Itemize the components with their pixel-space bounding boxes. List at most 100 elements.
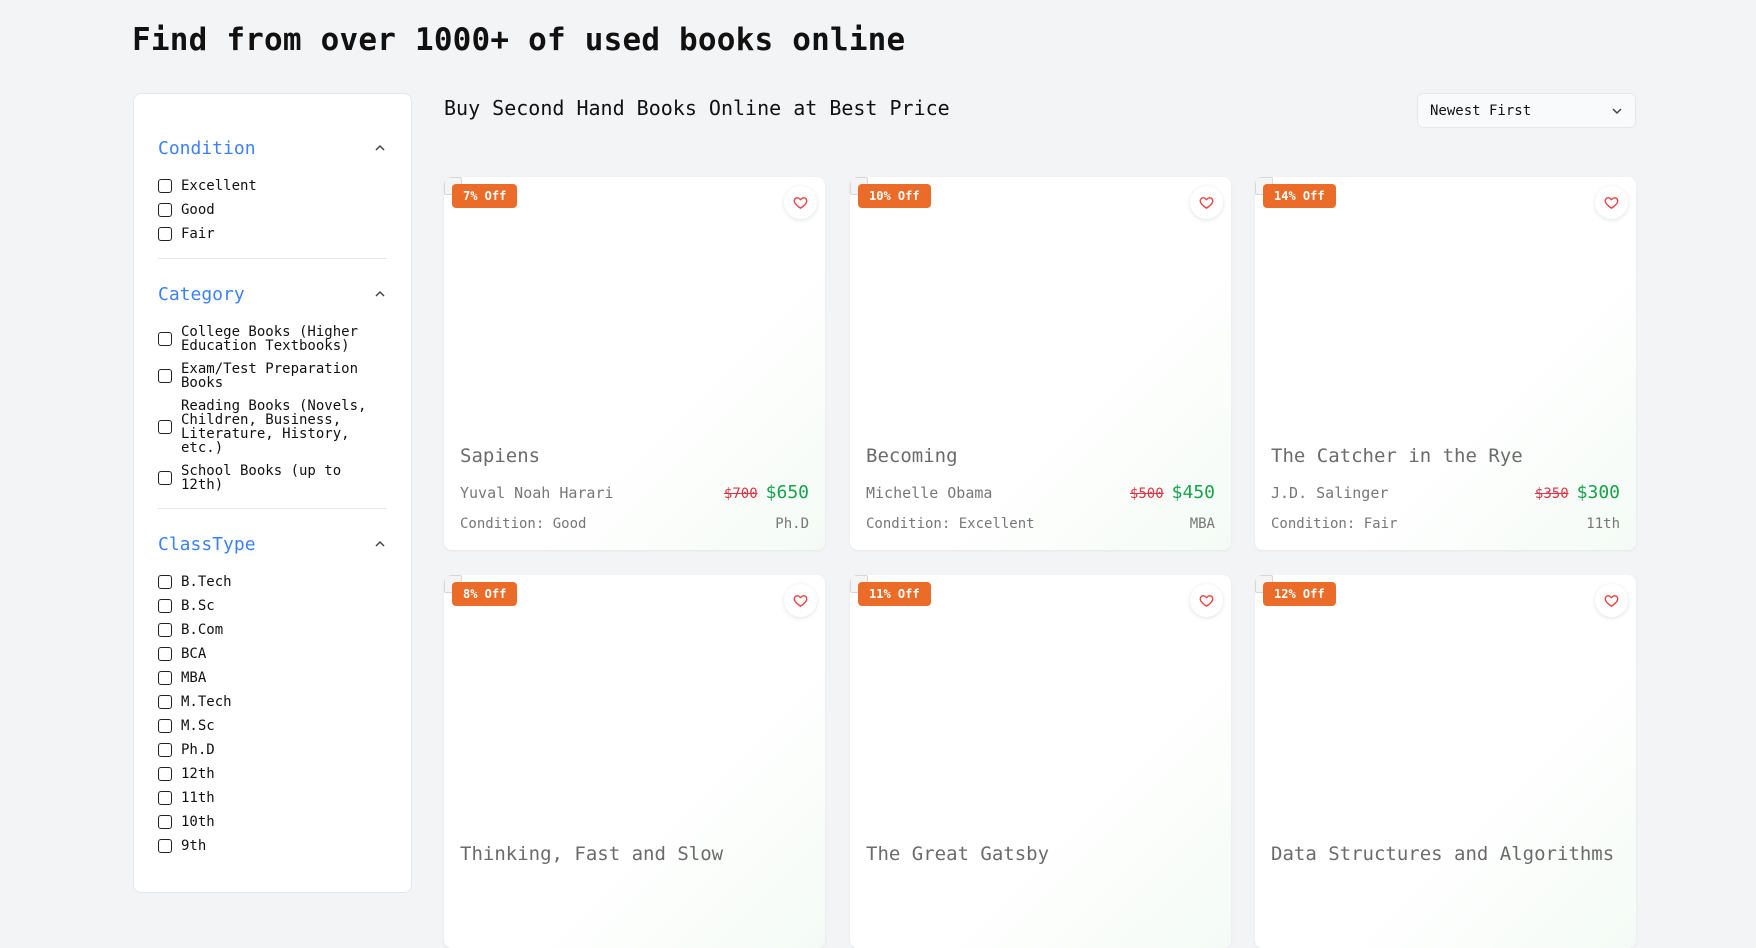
category-option[interactable]: Exam/Test Preparation Books: [158, 362, 387, 390]
wishlist-button[interactable]: [784, 584, 817, 617]
wishlist-button[interactable]: [1190, 584, 1223, 617]
classtype-option[interactable]: 10th: [158, 815, 387, 829]
page-title: Find from over 1000+ of used books onlin…: [132, 22, 906, 58]
sale-price: $450: [1171, 482, 1215, 503]
filter-category-title: Category: [158, 283, 245, 305]
heart-icon: [793, 595, 808, 607]
sort-select[interactable]: Newest First: [1417, 93, 1636, 128]
sale-price: $300: [1576, 482, 1620, 503]
wishlist-button[interactable]: [1595, 584, 1628, 617]
book-title: Becoming: [866, 445, 958, 467]
discount-badge: 7% Off: [452, 184, 518, 208]
checkbox[interactable]: [158, 623, 172, 637]
original-price: $350: [1534, 486, 1569, 502]
wishlist-button[interactable]: [1595, 186, 1628, 219]
discount-badge: 14% Off: [1263, 184, 1336, 208]
filter-category-header[interactable]: Category: [158, 279, 387, 309]
chevron-up-icon: [375, 540, 385, 547]
original-price: $500: [1129, 486, 1164, 502]
filter-condition: Condition Excellent Good Fair: [158, 94, 387, 259]
checkbox[interactable]: [158, 671, 172, 685]
checkbox[interactable]: [158, 599, 172, 613]
discount-badge: 8% Off: [452, 582, 518, 606]
checkbox[interactable]: [158, 420, 172, 434]
book-prices: $350 $300: [1535, 482, 1620, 503]
discount-badge: 10% Off: [858, 184, 931, 208]
book-condition: Condition: Fair: [1271, 516, 1398, 532]
classtype-option[interactable]: 11th: [158, 791, 387, 805]
checkbox[interactable]: [158, 227, 172, 241]
sale-price: $650: [765, 482, 809, 503]
book-condition: Condition: Excellent: [866, 516, 1035, 532]
checkbox[interactable]: [158, 369, 172, 383]
filter-category: Category College Books (Higher Education…: [158, 259, 387, 509]
book-prices: $500 $450: [1130, 482, 1215, 503]
classtype-option[interactable]: B.Tech: [158, 575, 387, 589]
sort-selected-value: Newest First: [1430, 102, 1532, 119]
book-author: Michelle Obama: [866, 484, 993, 502]
book-title: Sapiens: [460, 445, 541, 467]
book-card[interactable]: 10% Off Becoming Michelle Obama $500 $45…: [850, 177, 1231, 550]
book-author: Yuval Noah Harari: [460, 484, 614, 502]
book-title: The Catcher in the Rye: [1271, 445, 1523, 467]
classtype-option[interactable]: 9th: [158, 839, 387, 853]
classtype-option[interactable]: B.Sc: [158, 599, 387, 613]
classtype-option[interactable]: M.Tech: [158, 695, 387, 709]
chevron-down-icon: [1612, 107, 1622, 114]
checkbox[interactable]: [158, 767, 172, 781]
checkbox[interactable]: [158, 203, 172, 217]
checkbox[interactable]: [158, 332, 172, 346]
heart-icon: [793, 197, 808, 209]
filter-condition-title: Condition: [158, 137, 256, 159]
classtype-option[interactable]: Ph.D: [158, 743, 387, 757]
checkbox[interactable]: [158, 815, 172, 829]
book-class: 11th: [1586, 516, 1620, 532]
chevron-up-icon: [375, 144, 385, 151]
original-price: $700: [723, 486, 758, 502]
book-card[interactable]: 7% Off Sapiens Yuval Noah Harari $700 $6…: [444, 177, 825, 550]
filter-condition-header[interactable]: Condition: [158, 133, 387, 163]
book-class: Ph.D: [775, 516, 809, 532]
heart-icon: [1604, 595, 1619, 607]
book-card[interactable]: 8% Off Thinking, Fast and Slow: [444, 575, 825, 948]
category-option[interactable]: College Books (Higher Education Textbook…: [158, 325, 387, 353]
book-title: Thinking, Fast and Slow: [460, 843, 724, 865]
wishlist-button[interactable]: [1190, 186, 1223, 219]
book-card[interactable]: 14% Off The Catcher in the Rye J.D. Sali…: [1255, 177, 1636, 550]
wishlist-button[interactable]: [784, 186, 817, 219]
checkbox[interactable]: [158, 647, 172, 661]
classtype-option[interactable]: M.Sc: [158, 719, 387, 733]
condition-option[interactable]: Good: [158, 203, 387, 217]
heart-icon: [1604, 197, 1619, 209]
book-author: J.D. Salinger: [1271, 484, 1389, 502]
checkbox[interactable]: [158, 743, 172, 757]
checkbox[interactable]: [158, 839, 172, 853]
filter-classtype: ClassType B.Tech B.Sc B.Com BCA MBA M.Te…: [158, 509, 387, 853]
classtype-option[interactable]: B.Com: [158, 623, 387, 637]
discount-badge: 11% Off: [858, 582, 931, 606]
heart-icon: [1199, 595, 1214, 607]
book-prices: $700 $650: [724, 482, 809, 503]
category-option[interactable]: School Books (up to 12th): [158, 464, 387, 492]
classtype-option[interactable]: BCA: [158, 647, 387, 661]
filter-classtype-title: ClassType: [158, 533, 256, 555]
book-card[interactable]: 12% Off Data Structures and Algorithms: [1255, 575, 1636, 948]
checkbox[interactable]: [158, 791, 172, 805]
book-card[interactable]: 11% Off The Great Gatsby: [850, 575, 1231, 948]
classtype-option[interactable]: MBA: [158, 671, 387, 685]
checkbox[interactable]: [158, 719, 172, 733]
book-title: Data Structures and Algorithms: [1271, 843, 1615, 865]
condition-option[interactable]: Fair: [158, 227, 387, 241]
classtype-option[interactable]: 12th: [158, 767, 387, 781]
checkbox[interactable]: [158, 471, 172, 485]
checkbox[interactable]: [158, 179, 172, 193]
condition-option[interactable]: Excellent: [158, 179, 387, 193]
category-option[interactable]: Reading Books (Novels, Children, Busines…: [158, 399, 387, 455]
main-heading: Buy Second Hand Books Online at Best Pri…: [444, 96, 950, 120]
heart-icon: [1199, 197, 1214, 209]
chevron-up-icon: [375, 290, 385, 297]
filter-classtype-header[interactable]: ClassType: [158, 529, 387, 559]
checkbox[interactable]: [158, 575, 172, 589]
checkbox[interactable]: [158, 695, 172, 709]
discount-badge: 12% Off: [1263, 582, 1336, 606]
